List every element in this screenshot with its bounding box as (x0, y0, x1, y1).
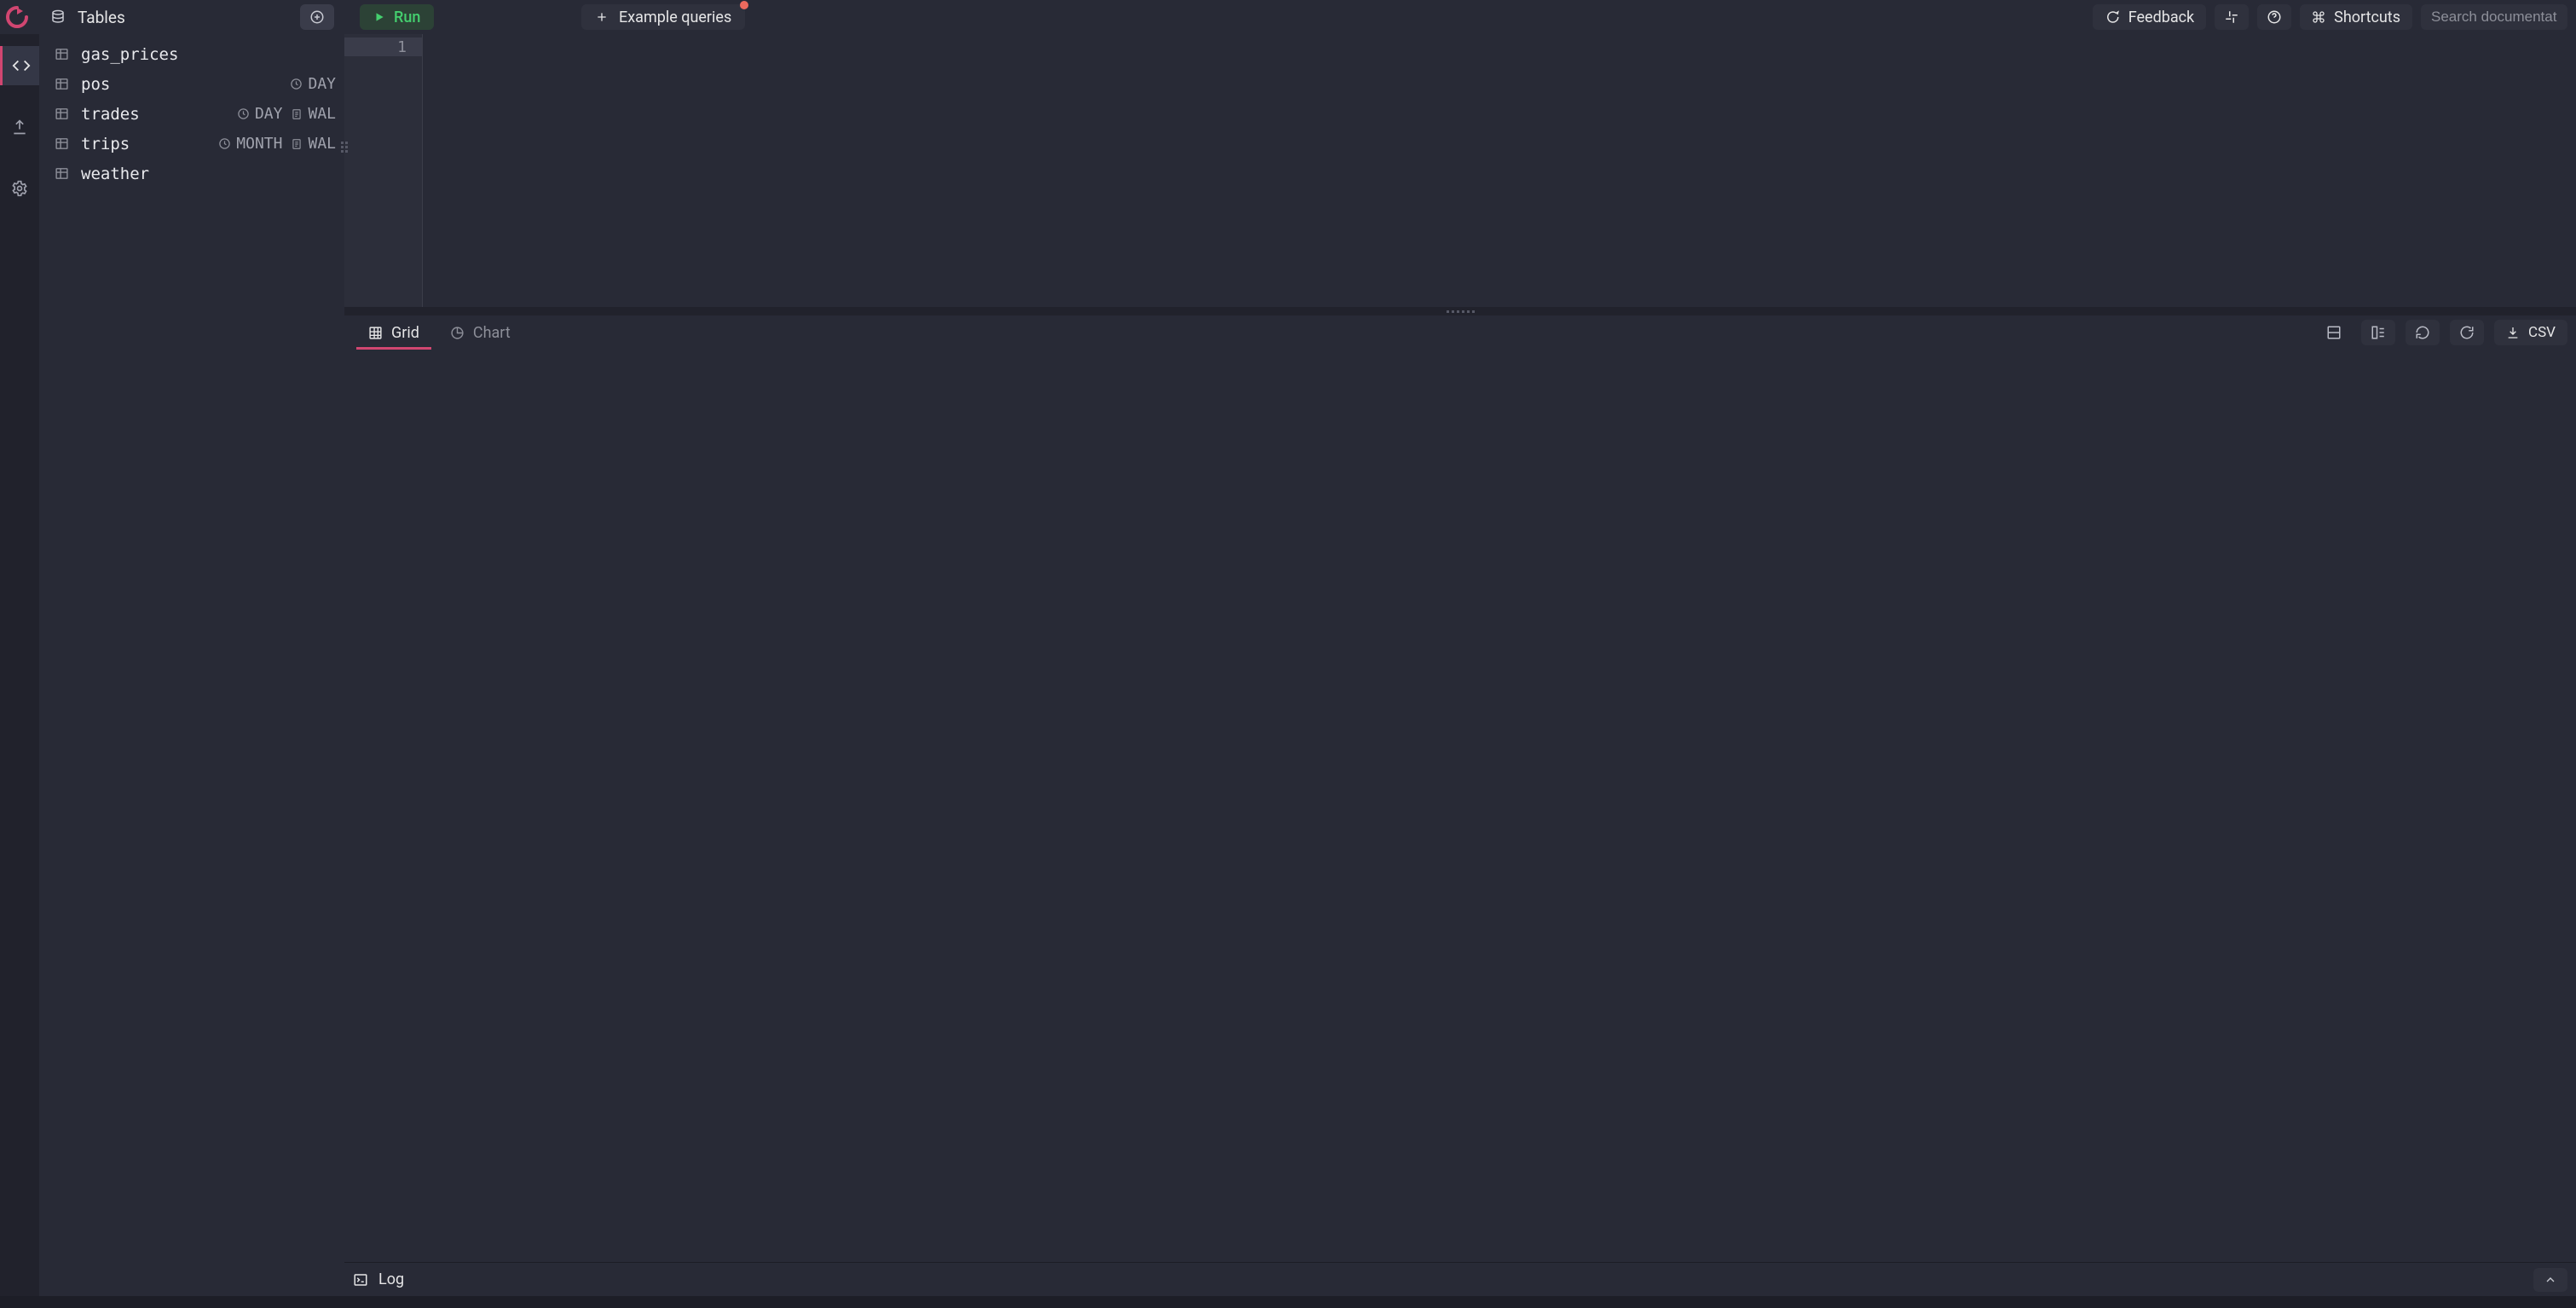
sql-editor[interactable] (423, 34, 2576, 307)
export-csv-button[interactable]: CSV (2494, 320, 2567, 345)
help-button[interactable] (2257, 4, 2291, 30)
wal-badge: WAL (291, 135, 336, 153)
slack-icon (2224, 9, 2239, 25)
partition-badge: MONTH (218, 135, 282, 153)
search-documentation-input[interactable] (2421, 4, 2567, 30)
notification-dot-icon (740, 1, 748, 9)
line-number: 1 (344, 38, 422, 56)
grid-icon (368, 326, 383, 340)
tab-chart[interactable]: Chart (435, 315, 526, 350)
feedback-button[interactable]: Feedback (2093, 4, 2206, 30)
run-button[interactable]: Run (360, 4, 434, 30)
pie-chart-icon (450, 326, 465, 340)
command-icon (2312, 10, 2325, 24)
export-csv-label: CSV (2528, 324, 2556, 341)
code-icon (12, 56, 31, 75)
nav-console[interactable] (0, 46, 39, 85)
table-row[interactable]: trips MONTH WAL (39, 129, 344, 159)
upload-icon (11, 119, 28, 136)
nav-settings[interactable] (0, 169, 39, 208)
log-toggle[interactable]: Log (353, 1270, 404, 1288)
clock-icon (290, 78, 303, 90)
toggle-layout-button[interactable] (2317, 320, 2351, 345)
chat-icon (2105, 9, 2120, 25)
table-name: trades (81, 105, 140, 124)
help-icon (2267, 9, 2282, 25)
example-queries-label: Example queries (619, 9, 731, 26)
results-grid[interactable] (344, 350, 2576, 1262)
undo-icon (2415, 325, 2430, 340)
reset-zoom-button[interactable] (2406, 320, 2440, 345)
table-name: pos (81, 75, 110, 94)
nav-import[interactable] (0, 107, 39, 147)
table-icon (55, 166, 69, 181)
run-button-label: Run (394, 9, 420, 26)
status-bar (0, 1296, 2576, 1308)
table-name: weather (81, 165, 149, 183)
refresh-icon (2459, 325, 2475, 340)
table-row[interactable]: gas_prices (39, 39, 344, 69)
layout-icon (2326, 325, 2342, 340)
tab-grid[interactable]: Grid (353, 315, 435, 350)
log-label: Log (378, 1270, 404, 1288)
table-icon (55, 47, 69, 61)
tab-chart-label: Chart (473, 324, 511, 342)
plus-circle-icon (309, 9, 325, 25)
table-icon (55, 136, 69, 151)
table-row[interactable]: trades DAY WAL (39, 99, 344, 129)
freeze-columns-button[interactable] (2361, 320, 2395, 345)
slack-button[interactable] (2215, 4, 2249, 30)
tab-grid-label: Grid (391, 324, 419, 342)
table-icon (55, 77, 69, 91)
terminal-icon (353, 1272, 368, 1288)
table-name: gas_prices (81, 45, 178, 64)
play-icon (373, 11, 385, 23)
brand-logo (2, 3, 32, 32)
column-freeze-icon (2371, 325, 2386, 340)
plus-icon (595, 10, 609, 24)
partition-badge: DAY (237, 105, 283, 123)
file-icon (291, 108, 303, 120)
editor-results-resize-handle[interactable] (344, 307, 2576, 315)
shortcuts-button[interactable]: Shortcuts (2300, 4, 2412, 30)
sidebar-resize-handle[interactable] (339, 136, 349, 157)
chevron-up-icon (2544, 1273, 2557, 1287)
table-name: trips (81, 135, 130, 153)
log-expand-button[interactable] (2533, 1268, 2567, 1292)
refresh-button[interactable] (2450, 320, 2484, 345)
add-tab-button[interactable] (300, 4, 334, 30)
gear-icon (11, 180, 28, 197)
feedback-label: Feedback (2128, 9, 2194, 26)
table-row[interactable]: pos DAY (39, 69, 344, 99)
partition-badge: DAY (290, 75, 336, 93)
clock-icon (218, 137, 231, 150)
clock-icon (237, 107, 250, 120)
editor-gutter: 1 (344, 34, 423, 307)
example-queries-button[interactable]: Example queries (581, 4, 745, 30)
database-icon (50, 9, 66, 25)
wal-badge: WAL (291, 105, 336, 123)
table-icon (55, 107, 69, 121)
download-icon (2506, 326, 2520, 339)
shortcuts-label: Shortcuts (2334, 9, 2400, 26)
tables-title: Tables (78, 8, 125, 27)
file-icon (291, 138, 303, 150)
table-row[interactable]: weather (39, 159, 344, 188)
